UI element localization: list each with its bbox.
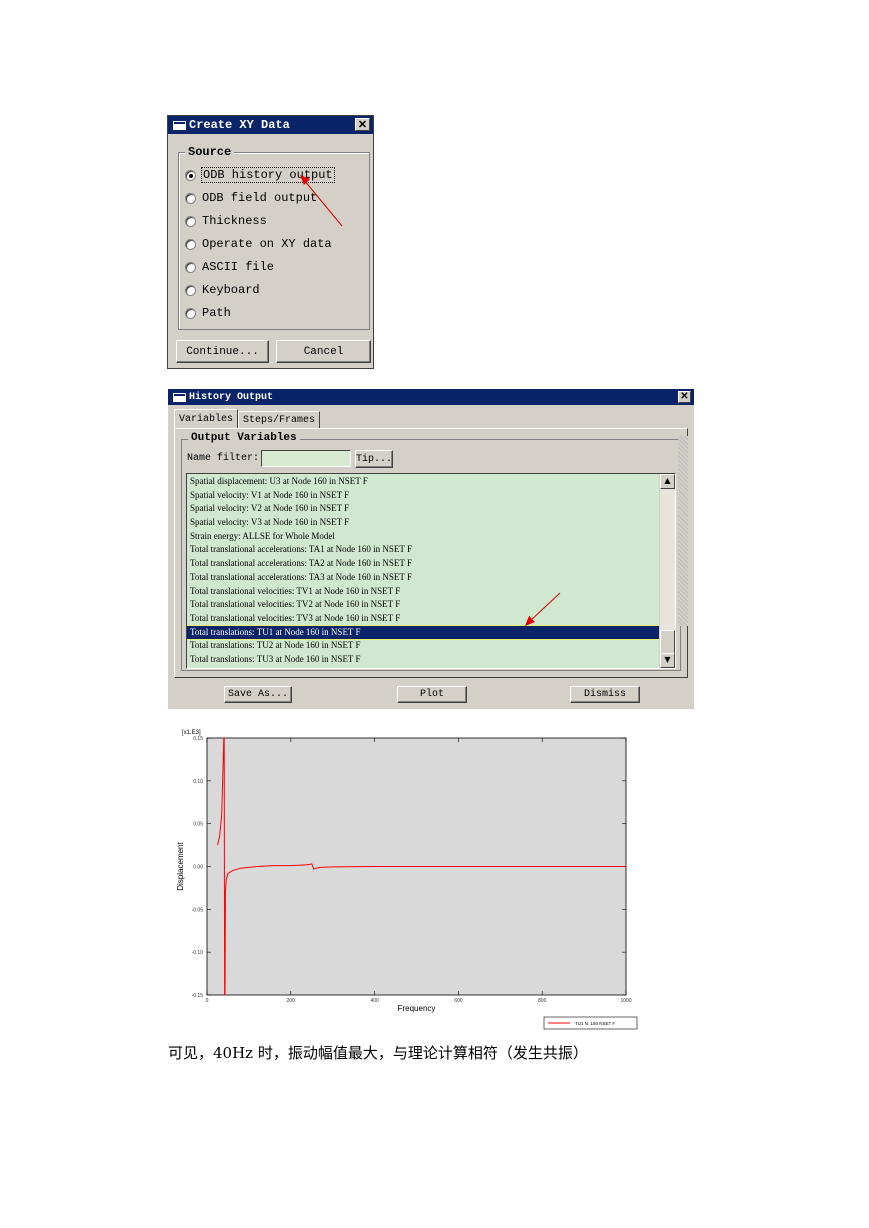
dialog1-titlebar[interactable]: Create XY Data ✕ [168,116,373,134]
list-item[interactable]: Total translations: TU3 at Node 160 in N… [187,653,675,667]
window-icon [173,392,186,402]
source-option[interactable]: ODB history output [185,167,335,183]
y-tick-label: 0.05 [193,822,203,828]
list-item[interactable]: Strain energy: ALLSE for Whole Model [187,530,675,544]
x-tick-label: 200 [287,998,296,1004]
dismiss-button[interactable]: Dismiss [570,686,640,703]
radio-button[interactable] [185,169,196,181]
y-tick-label: 0.15 [193,736,203,742]
output-variables-label: Output Variables [188,432,300,444]
list-item[interactable]: Spatial velocity: V3 at Node 160 in NSET… [187,516,675,530]
list-item[interactable]: Total translational velocities: TV3 at N… [187,612,675,626]
list-item[interactable]: Total translational velocities: TV1 at N… [187,585,675,599]
y-tick-label: 0.00 [193,865,203,871]
source-option[interactable]: ASCII file [185,259,274,275]
name-filter-input[interactable] [261,450,351,467]
source-option[interactable]: ODB field output [185,190,317,206]
radio-button[interactable] [185,261,196,273]
y-tick-label: -0.15 [192,993,204,999]
source-option[interactable]: Operate on XY data [185,236,332,252]
list-item[interactable]: Total translations: TU2 at Node 160 in N… [187,639,675,653]
cancel-button[interactable]: Cancel [276,340,371,363]
list-item[interactable]: Total translational accelerations: TA3 a… [187,571,675,585]
y-tick-label: -0.05 [192,907,204,913]
legend-label: TU1 N: 160 NSET F [575,1021,615,1026]
radio-button[interactable] [185,192,196,204]
variables-panel: Output Variables Name filter: Tip... Spa… [174,428,688,678]
dialog2-title: History Output [189,391,274,403]
x-tick-label: 600 [454,998,463,1004]
x-tick-label: 1000 [620,998,631,1004]
radio-button[interactable] [185,284,196,296]
list-item[interactable]: Total translations: TU1 at Node 160 in N… [187,624,675,641]
source-group: Source ODB history output ODB field outpu… [178,145,370,330]
x-axis-label: Frequency [398,1004,436,1013]
tab-variables[interactable]: Variables [174,409,239,429]
source-option[interactable]: Thickness [185,213,267,229]
source-option-label: ODB history output [201,167,335,183]
source-option-label: ODB field output [202,191,318,205]
list-item[interactable]: Spatial displacement: U3 at Node 160 in … [187,475,675,489]
source-option-label: ASCII file [202,260,275,274]
dialog1-title: Create XY Data [189,118,290,132]
list-scrollbar[interactable]: ▲ ▼ [659,474,675,668]
tab-steps-frames[interactable]: Steps/Frames [238,411,321,429]
x-tick-label: 800 [538,998,547,1004]
source-option[interactable]: Keyboard [185,282,260,298]
radio-button[interactable] [185,307,196,319]
resize-hatch [678,436,688,626]
scroll-up-icon[interactable]: ▲ [660,474,675,489]
x-tick-label: 400 [370,998,379,1004]
output-variables-list[interactable]: Spatial displacement: U3 at Node 160 in … [186,473,676,669]
output-variables-group: Output Variables Name filter: Tip... Spa… [181,432,681,671]
y-axis-label: Displacement [176,841,185,890]
source-option-label: Keyboard [202,283,260,297]
save-as-button[interactable]: Save As... [224,686,292,703]
list-item[interactable]: Total translational accelerations: TA2 a… [187,557,675,571]
source-option-label: Thickness [202,214,267,228]
history-output-dialog: History Output ✕ Variables Steps/Frames … [168,389,694,709]
scroll-down-icon[interactable]: ▼ [660,653,675,668]
continue-button[interactable]: Continue... [176,340,269,363]
source-group-label: Source [185,145,235,159]
dialog2-titlebar[interactable]: History Output ✕ [168,389,694,405]
source-option-label: Operate on XY data [202,237,332,251]
radio-button[interactable] [185,238,196,250]
source-option[interactable]: Path [185,305,231,321]
scroll-thumb[interactable] [660,630,675,654]
close-icon[interactable]: ✕ [355,118,370,131]
list-item[interactable]: Spatial velocity: V1 at Node 160 in NSET… [187,489,675,503]
radio-button[interactable] [185,215,196,227]
displacement-frequency-chart: [x1.E3]-0.15-0.10-0.050.000.050.100.150 2… [176,730,638,1030]
window-icon [173,120,186,130]
caption-text: 可见，40Hz 时，振动幅值最大，与理论计算相符（发生共振） [168,1044,588,1062]
list-item[interactable]: Total translational accelerations: TA1 a… [187,543,675,557]
list-item[interactable]: Total translational velocities: TV2 at N… [187,598,675,612]
name-filter-label: Name filter: [187,453,260,464]
list-item[interactable]: Spatial velocity: V2 at Node 160 in NSET… [187,502,675,516]
tab-bar: Variables Steps/Frames [174,409,321,429]
close-icon[interactable]: ✕ [678,391,691,403]
source-option-label: Path [202,306,231,320]
create-xy-data-dialog: Create XY Data ✕ Source ODB history outp… [167,115,374,369]
tip-button[interactable]: Tip... [355,450,393,468]
y-tick-label: -0.10 [192,950,204,956]
y-tick-label: 0.10 [193,779,203,785]
plot-button[interactable]: Plot [397,686,467,703]
x-tick-label: 0 [206,998,209,1004]
